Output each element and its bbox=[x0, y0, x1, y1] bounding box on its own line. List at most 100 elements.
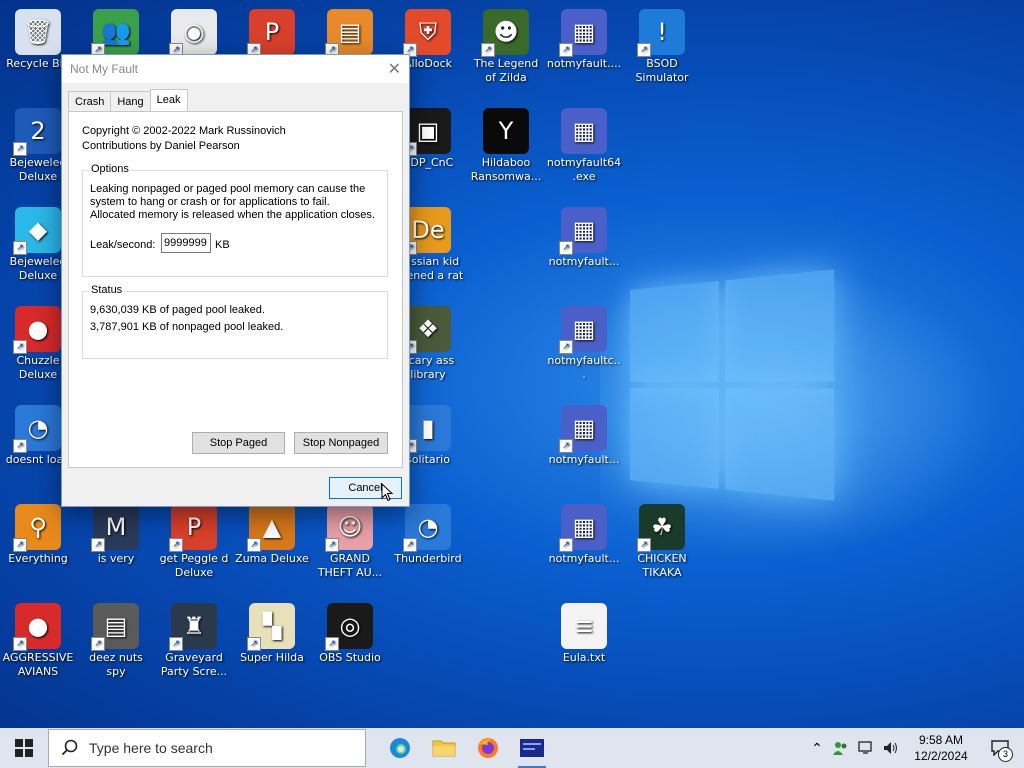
desktop-icon-image: ◉ ↗ bbox=[169, 9, 217, 57]
clock[interactable]: 9:58 AM 12/2/2024 bbox=[906, 732, 976, 764]
network-icon[interactable] bbox=[858, 740, 876, 756]
desktop-icon[interactable]: ♜ ↗ Graveyard Party Scre... bbox=[156, 599, 232, 679]
desktop-icon[interactable]: ◔ ↗ Thunderbird bbox=[390, 500, 466, 566]
taskbar: Type here to search ⌃ 9:58 AM 12/2/2024 … bbox=[0, 728, 1024, 768]
edge-icon bbox=[390, 738, 410, 758]
system-tray: ⌃ 9:58 AM 12/2/2024 3 bbox=[806, 728, 1024, 768]
desktop-icon[interactable]: ☻ ↗ The Legend of Zilda bbox=[468, 5, 544, 85]
desktop-icon[interactable]: ◉ ↗ bbox=[156, 5, 232, 57]
desktop-icon-glyph: ● bbox=[27, 612, 49, 640]
desktop-icon[interactable]: ▦ ↗ notmyfault... bbox=[546, 401, 622, 467]
start-button[interactable] bbox=[0, 728, 48, 768]
desktop-icon-label: get Peggle d Deluxe bbox=[159, 552, 229, 579]
desktop-icon-image: ≡ bbox=[561, 603, 607, 649]
desktop-icon-image: ▦ ↗ bbox=[559, 405, 607, 453]
tab-leak[interactable]: Leak bbox=[149, 89, 188, 112]
desktop-icon-glyph: De bbox=[411, 216, 445, 244]
desktop-icon[interactable]: ● ↗ AGGRESSIVE AVIANS bbox=[0, 599, 76, 679]
desktop-icon[interactable]: Y Hildaboo Ransomwa... bbox=[468, 104, 544, 184]
copyright-text: Copyright © 2002-2022 Mark Russinovich bbox=[82, 125, 286, 137]
desktop-icon-glyph: ▦ bbox=[572, 18, 596, 46]
desktop-icon-image: ◔ ↗ bbox=[403, 504, 451, 552]
desktop-icon-image: ❖↗ bbox=[403, 306, 451, 354]
stop-paged-button[interactable]: Stop Paged bbox=[192, 432, 285, 454]
search-placeholder: Type here to search bbox=[89, 740, 213, 756]
desktop-icon-glyph: ▤ bbox=[338, 18, 362, 46]
desktop-icon-glyph: ▦ bbox=[572, 414, 596, 442]
desktop-icon[interactable]: 👥 ↗ bbox=[78, 5, 154, 57]
not-my-fault-dialog: Not My Fault ✕ Crash Hang Leak Copyright… bbox=[61, 54, 410, 507]
desktop-icon-label: notmyfault... bbox=[548, 255, 620, 268]
action-center-button[interactable]: 3 bbox=[976, 728, 1024, 768]
desktop-icon-label: notmyfault... bbox=[548, 552, 620, 565]
shortcut-arrow-icon: ↗ bbox=[325, 538, 339, 552]
desktop-icon[interactable]: ☺ ↗ GRAND THEFT AU... bbox=[312, 500, 388, 580]
shortcut-arrow-icon: ↗ bbox=[325, 637, 339, 651]
desktop-icon-image: De↗ bbox=[403, 207, 451, 255]
shortcut-arrow-icon: ↗ bbox=[169, 538, 183, 552]
clock-time: 9:58 AM bbox=[918, 733, 964, 747]
desktop-icon[interactable]: ◎ ↗ OBS Studio bbox=[312, 599, 388, 665]
folder-icon bbox=[432, 740, 456, 757]
leak-per-second-input[interactable] bbox=[161, 233, 211, 253]
desktop-icon[interactable]: ▦ ↗ notmyfault... bbox=[546, 203, 622, 269]
desktop-icon-label: GRAND THEFT AU... bbox=[317, 552, 383, 579]
desktop-icon-glyph: Y bbox=[498, 117, 514, 145]
shortcut-arrow-icon: ↗ bbox=[169, 637, 183, 651]
shortcut-arrow-icon: ↗ bbox=[13, 142, 27, 156]
desktop-icon-label: notmyfault64.exe bbox=[546, 156, 622, 183]
shortcut-arrow-icon: ↗ bbox=[559, 241, 573, 255]
desktop-icon[interactable]: P ↗ bbox=[234, 5, 310, 57]
desktop-icon[interactable]: ▲ ↗ Zuma Deluxe bbox=[234, 500, 310, 566]
taskbar-notmyfault[interactable] bbox=[510, 728, 554, 768]
desktop-icon[interactable]: M ↗ is very bbox=[78, 500, 154, 566]
desktop-icon[interactable]: ☘ ↗ CHICKEN TIKAKA bbox=[624, 500, 700, 580]
clock-date: 12/2/2024 bbox=[914, 749, 968, 763]
desktop-icon-image: ◆ ↗ bbox=[13, 207, 61, 255]
dialog-titlebar[interactable]: Not My Fault ✕ bbox=[62, 55, 409, 83]
desktop-icon-label: Graveyard Party Scre... bbox=[160, 651, 228, 678]
desktop-icon[interactable]: ≡ Eula.txt bbox=[546, 599, 622, 665]
mouse-pointer-icon bbox=[381, 483, 393, 502]
dialog-title: Not My Fault bbox=[70, 62, 139, 76]
shortcut-arrow-icon: ↗ bbox=[91, 637, 105, 651]
desktop-icon[interactable]: P ↗ get Peggle d Deluxe bbox=[156, 500, 232, 580]
shortcut-arrow-icon: ↗ bbox=[247, 637, 261, 651]
volume-icon[interactable] bbox=[882, 740, 900, 756]
people-icon[interactable] bbox=[832, 740, 850, 756]
show-hidden-icons-chevron-icon[interactable]: ⌃ bbox=[806, 740, 828, 757]
desktop-icon[interactable]: ▦ notmyfault64.exe bbox=[546, 104, 622, 184]
desktop-icon[interactable]: ▚ ↗ Super Hilda bbox=[234, 599, 310, 665]
desktop-icon-glyph: ▦ bbox=[572, 117, 596, 145]
desktop-icon[interactable]: ▤ ↗ deez nuts spy bbox=[78, 599, 154, 679]
desktop-icon[interactable]: ▦ ↗ notmyfault... bbox=[546, 500, 622, 566]
windows-start-icon bbox=[15, 739, 33, 757]
desktop-icon[interactable]: ▤ ↗ bbox=[312, 5, 388, 57]
shortcut-arrow-icon: ↗ bbox=[559, 538, 573, 552]
desktop-icon-label: is very bbox=[97, 552, 135, 565]
shortcut-arrow-icon: ↗ bbox=[637, 43, 651, 57]
desktop-icon-image: 2 ↗ bbox=[13, 108, 61, 156]
desktop-icon-label: The Legend of Zilda bbox=[473, 57, 539, 84]
desktop-icon-glyph: ♜ bbox=[183, 612, 205, 640]
close-icon[interactable]: ✕ bbox=[388, 59, 401, 79]
desktop-icon-image: ▦ bbox=[561, 108, 607, 154]
desktop-icon[interactable]: ⚲ ↗ Everything bbox=[0, 500, 76, 566]
desktop-icon-image: ☘ ↗ bbox=[637, 504, 685, 552]
taskbar-search-box[interactable]: Type here to search bbox=[48, 729, 366, 767]
taskbar-file-explorer[interactable] bbox=[422, 728, 466, 768]
desktop-icon-glyph: ▦ bbox=[572, 216, 596, 244]
desktop-icon[interactable]: ▦ ↗ notmyfaultc... bbox=[546, 302, 622, 382]
desktop-icon[interactable]: ▦ ↗ notmyfault.... bbox=[546, 5, 622, 71]
desktop-icon-glyph: ☻ bbox=[493, 18, 519, 46]
taskbar-firefox[interactable] bbox=[466, 728, 510, 768]
shortcut-arrow-icon: ↗ bbox=[13, 439, 27, 453]
desktop-icon-glyph: 🗑 bbox=[22, 18, 54, 46]
desktop-icon[interactable]: ! ↗ BSOD Simulator bbox=[624, 5, 700, 85]
desktop-icon-glyph: ▤ bbox=[104, 612, 128, 640]
shortcut-arrow-icon: ↗ bbox=[559, 439, 573, 453]
stop-nonpaged-button[interactable]: Stop Nonpaged bbox=[294, 432, 388, 454]
taskbar-edge[interactable] bbox=[378, 728, 422, 768]
desktop-icon-glyph: ☺ bbox=[337, 513, 363, 541]
notmyfault-app-icon bbox=[520, 739, 544, 757]
